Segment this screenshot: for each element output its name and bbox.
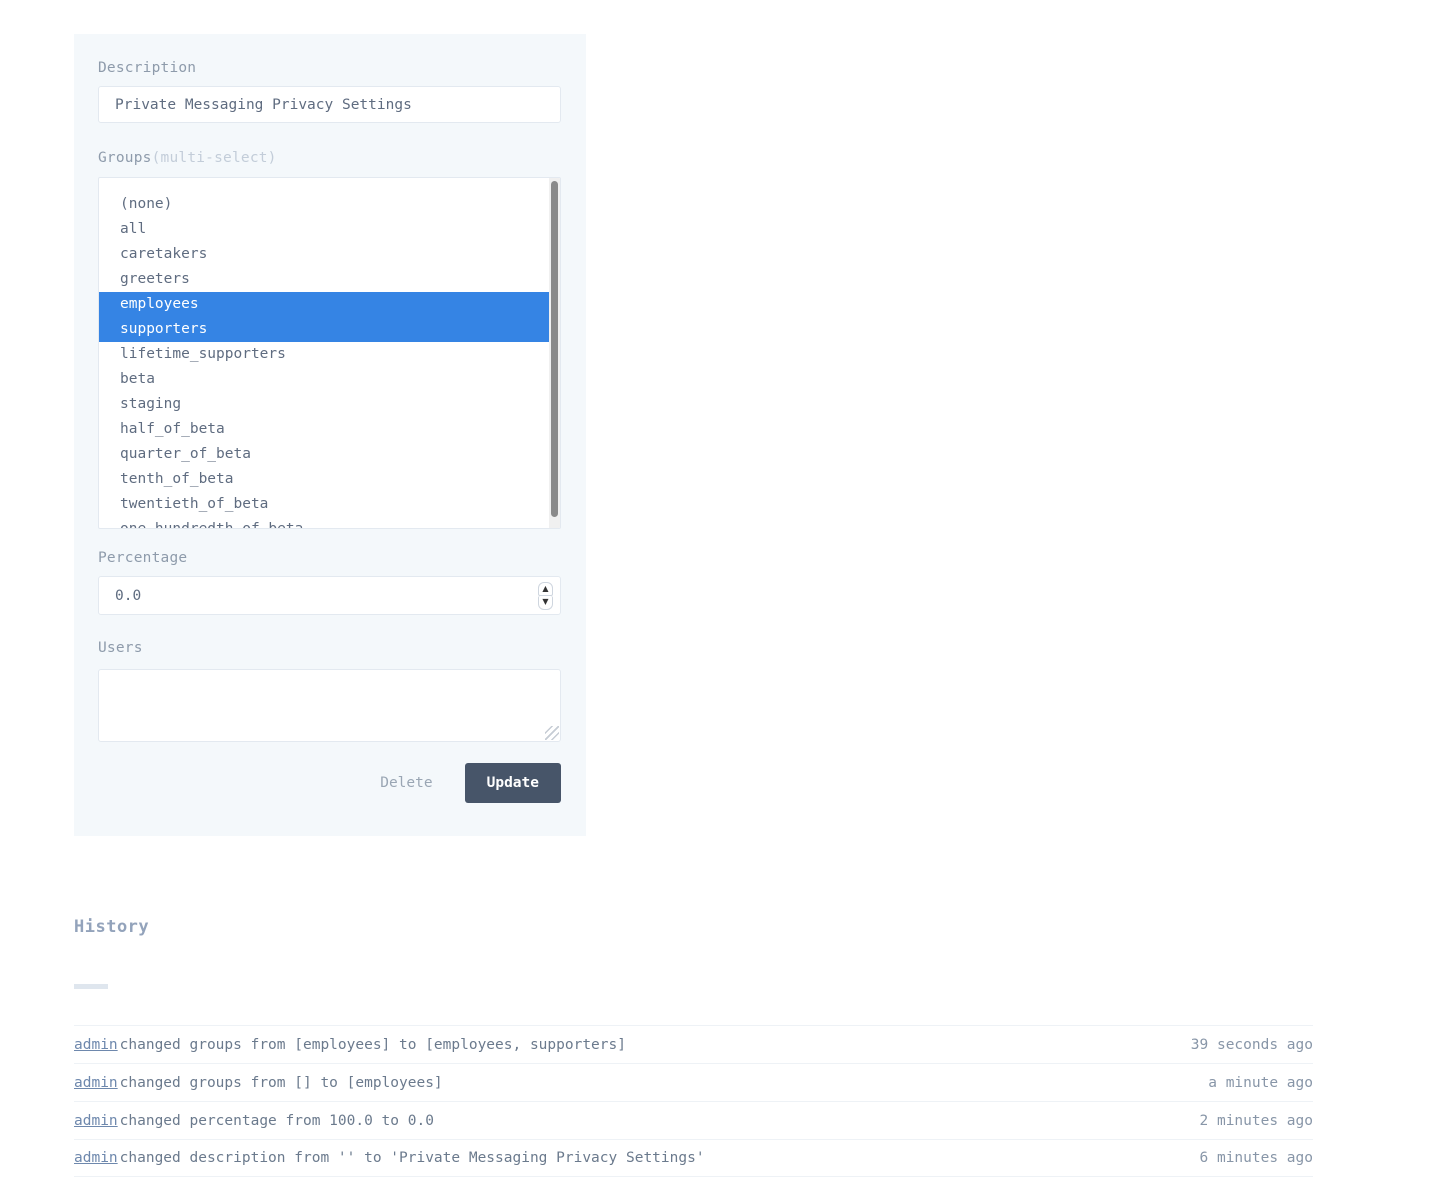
history-entry-text: admin changed groups from [employees] to …	[74, 1037, 626, 1053]
groups-option[interactable]: beta	[99, 367, 550, 392]
form-actions: Delete Update	[98, 762, 561, 804]
history-entry-detail: changed description from '' to 'Private …	[119, 1150, 705, 1166]
history-timestamp: a minute ago	[1208, 1074, 1313, 1091]
users-textarea-wrapper	[98, 669, 561, 742]
groups-option[interactable]: one_hundredth_of_beta	[99, 517, 550, 528]
history-entry-text: admin changed percentage from 100.0 to 0.…	[74, 1113, 434, 1129]
groups-label: Groups(multi-select)	[98, 150, 277, 166]
groups-label-suffix: (multi-select)	[151, 150, 277, 166]
history-entry-detail: changed percentage from 100.0 to 0.0	[119, 1112, 434, 1129]
resize-handle-icon[interactable]	[545, 726, 559, 740]
history-table: admin changed groups from [employees] to …	[74, 1025, 1313, 1177]
groups-option[interactable]: tenth_of_beta	[99, 467, 550, 492]
percentage-label-text: Percentage	[98, 550, 188, 566]
chevron-down-icon[interactable]: ▼	[538, 595, 553, 610]
history-heading: History	[74, 917, 150, 937]
groups-option[interactable]: twentieth_of_beta	[99, 492, 550, 517]
history-entry-text: admin changed groups from [] to [employee…	[74, 1075, 443, 1091]
table-row: admin changed groups from [employees] to …	[74, 1025, 1313, 1063]
groups-scrollbar-thumb[interactable]	[551, 181, 558, 517]
percentage-input[interactable]	[98, 576, 561, 615]
privacy-settings-form-panel: Description Groups(multi-select) (none) …	[74, 34, 586, 836]
groups-option[interactable]: (none)	[99, 192, 550, 217]
history-actor-link[interactable]: admin	[74, 1113, 118, 1129]
groups-option[interactable]: caretakers	[99, 242, 550, 267]
delete-button[interactable]: Delete	[366, 765, 446, 801]
description-label: Description	[98, 60, 196, 76]
groups-option-selected[interactable]: employees	[99, 292, 550, 317]
percentage-label: Percentage	[98, 550, 187, 566]
table-row: admin changed description from '' to 'Pri…	[74, 1139, 1313, 1177]
description-input[interactable]	[98, 86, 561, 123]
description-label-text: Description	[98, 60, 197, 76]
chevron-up-icon[interactable]: ▲	[538, 581, 553, 596]
history-entry-detail: changed groups from [] to [employees]	[119, 1074, 443, 1091]
groups-option-selected[interactable]: supporters	[99, 317, 550, 342]
history-entry-detail: changed groups from [employees] to [empl…	[119, 1036, 626, 1053]
groups-multi-select[interactable]: (none) all caretakers greeters employees…	[98, 177, 561, 529]
groups-option[interactable]: greeters	[99, 267, 550, 292]
table-row: admin changed groups from [] to [employee…	[74, 1063, 1313, 1101]
history-entry-text: admin changed description from '' to 'Pri…	[74, 1150, 705, 1166]
history-timestamp: 6 minutes ago	[1199, 1150, 1314, 1166]
update-button[interactable]: Update	[464, 763, 561, 803]
groups-label-text: Groups	[98, 150, 152, 166]
history-actor-link[interactable]: admin	[74, 1075, 118, 1091]
percentage-field-wrapper: ▲ ▼	[98, 576, 561, 615]
groups-option[interactable]: lifetime_supporters	[99, 342, 550, 367]
groups-option[interactable]: all	[99, 217, 550, 242]
groups-option[interactable]: half_of_beta	[99, 417, 550, 442]
groups-option[interactable]: staging	[99, 392, 550, 417]
groups-option[interactable]: quarter_of_beta	[99, 442, 550, 467]
history-timestamp: 39 seconds ago	[1190, 1036, 1313, 1053]
groups-option-list: (none) all caretakers greeters employees…	[99, 178, 550, 528]
users-label-text: Users	[98, 640, 143, 656]
table-row: admin changed percentage from 100.0 to 0.…	[74, 1101, 1313, 1139]
history-divider	[74, 984, 108, 989]
groups-scrollbar-track[interactable]	[549, 178, 560, 528]
history-timestamp: 2 minutes ago	[1199, 1112, 1314, 1129]
history-actor-link[interactable]: admin	[74, 1037, 118, 1053]
percentage-stepper[interactable]: ▲ ▼	[538, 581, 553, 610]
users-label: Users	[98, 640, 143, 656]
users-textarea[interactable]	[99, 670, 560, 741]
history-actor-link[interactable]: admin	[74, 1150, 118, 1166]
